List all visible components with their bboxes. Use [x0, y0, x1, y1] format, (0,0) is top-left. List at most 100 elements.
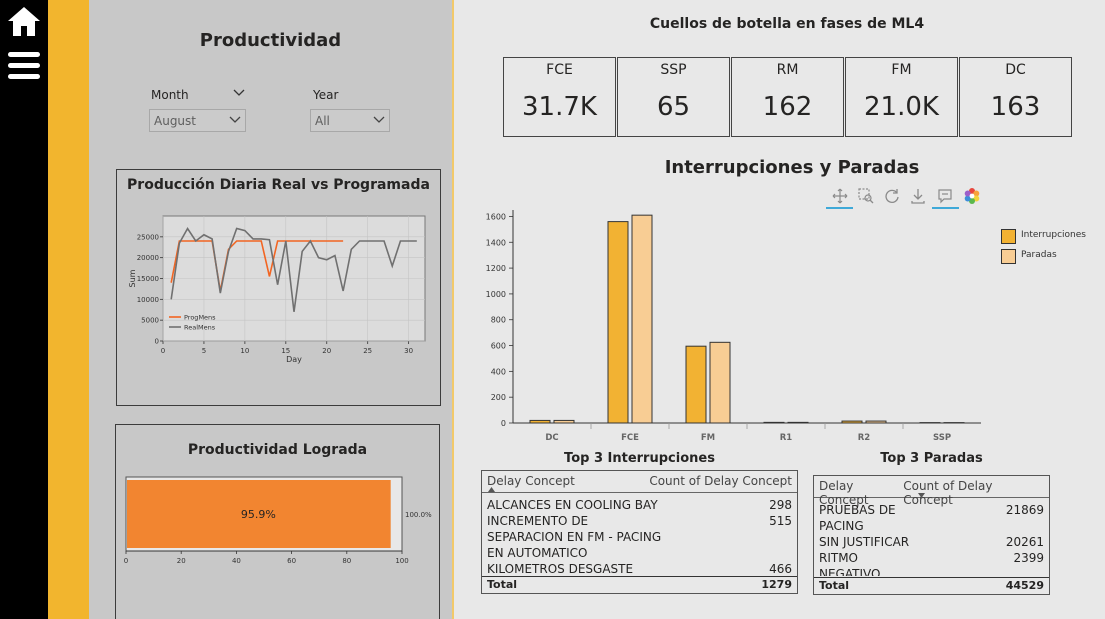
panel-divider — [452, 0, 454, 619]
bar-paradas — [709, 341, 731, 424]
x-tick-label: 20 — [322, 347, 331, 355]
month-dropdown-value: August — [154, 114, 196, 128]
y-tick-label: 1200 — [486, 264, 506, 273]
y-tick-label: 400 — [491, 367, 506, 376]
kpi-label: DC — [1005, 62, 1026, 78]
count-cell: 20261 — [1005, 535, 1044, 549]
month-slicer-label: Month — [151, 88, 189, 102]
chevron-down-icon[interactable] — [233, 89, 245, 97]
interruptions-chart-title: Interrupciones y Paradas — [664, 157, 920, 178]
daily-production-chart: 0 5 10 15 20 25 30 0 5000 10000 15000 20000 25000 Day… — [128, 215, 426, 364]
bar-interrupciones — [529, 419, 551, 424]
gauge-max-label: 100.0% — [405, 511, 432, 519]
y-tick-label: 1400 — [486, 238, 506, 247]
x-tick-label: 15 — [281, 347, 290, 355]
y-tick-label: 1000 — [486, 290, 506, 299]
top-paradas-table[interactable]: Delay Concept Count of Delay Concept PRU… — [813, 475, 1050, 595]
daily-production-card: Producción Diaria Real vs Programada 0 5 1… — [116, 169, 441, 406]
column-header-concept[interactable]: Delay Concept — [819, 479, 903, 507]
count-cell: 515 — [769, 514, 792, 528]
count-cell: 298 — [769, 498, 792, 512]
count-cell: 466 — [769, 562, 792, 576]
x-tick-label: 20 — [177, 557, 186, 565]
y-tick-label: 1600 — [486, 212, 506, 221]
kpi-value: 31.7K — [522, 92, 597, 122]
x-tick-label: SSP — [933, 433, 951, 443]
table-row[interactable]: RITMO NEGATIVO 2399 — [814, 550, 1049, 576]
year-dropdown-value: All — [315, 114, 330, 128]
kpi-label: FCE — [546, 62, 573, 78]
daily-production-title: Producción Diaria Real vs Programada — [127, 177, 430, 193]
bar-interrupciones — [607, 221, 629, 424]
kpi-card-fce: FCE 31.7K — [503, 57, 616, 137]
sort-up-icon — [488, 487, 495, 492]
count-cell: 2399 — [1013, 551, 1044, 565]
y-tick-label: 200 — [491, 393, 506, 402]
delay-concept-cell: INCREMENTO DE SEPARACION EN FM - PACING … — [487, 514, 662, 560]
table-row[interactable]: ALCANCES EN COOLING BAY 298 — [482, 497, 797, 513]
y-tick-label: 25000 — [137, 233, 159, 241]
home-icon[interactable] — [6, 4, 42, 40]
x-tick-label: 10 — [240, 347, 249, 355]
kpi-value: 21.0K — [864, 92, 939, 122]
x-tick-label: 5 — [202, 347, 206, 355]
y-tick-label: 10000 — [137, 296, 159, 304]
reset-icon[interactable] — [883, 187, 901, 205]
page-title: Productividad — [199, 30, 342, 51]
kpi-card-dc: DC 163 — [959, 57, 1072, 137]
pan-icon[interactable] — [831, 187, 849, 205]
kpi-value: 163 — [990, 92, 1041, 122]
legend-swatch-interrupciones — [1001, 229, 1016, 244]
y-tick-label: 800 — [491, 316, 506, 325]
sort-down-icon — [918, 493, 925, 498]
delay-concept-cell: PRUEBAS DE PACING — [819, 503, 896, 533]
chevron-down-icon — [373, 116, 385, 123]
top-interrupciones-title: Top 3 Interrupciones — [564, 451, 715, 466]
table-header: Delay Concept Count of Delay Concept — [482, 471, 797, 493]
column-header-concept[interactable]: Delay Concept — [487, 474, 575, 489]
table-row[interactable]: SIN JUSTIFICAR 20261 — [814, 534, 1049, 550]
y-axis-label: Sum — [128, 269, 137, 287]
bar-paradas — [865, 420, 887, 424]
left-panel: Productividad Month August Year All Prod… — [89, 0, 452, 619]
x-tick-label: FM — [701, 433, 715, 443]
bottleneck-title: Cuellos de botella en fases de ML4 — [649, 16, 925, 32]
kpi-card-fm: FM 21.0K — [845, 57, 958, 137]
achieved-productivity-title: Productividad Lograda — [187, 442, 368, 458]
year-dropdown[interactable]: All — [310, 109, 390, 132]
total-label: Total — [487, 578, 518, 591]
legend-swatch-paradas — [1001, 249, 1016, 264]
bokeh-logo-icon[interactable] — [963, 187, 981, 205]
total-value: 44529 — [1005, 579, 1044, 592]
hamburger-menu-icon[interactable] — [6, 48, 42, 84]
interruptions-bar-chart: 0 200 400 600 800 1000 1200 1400 1600 DC FCE FM R1 R2… — [486, 210, 981, 443]
achieved-productivity-card: Productividad Lograda 0 20 40 60 80 100 95.9% 1… — [115, 424, 440, 619]
bar-paradas — [631, 214, 653, 424]
top-interrupciones-table[interactable]: Delay Concept Count of Delay Concept ALC… — [481, 470, 798, 594]
box-zoom-icon[interactable] — [857, 187, 875, 205]
legend-label-interrupciones: Interrupciones — [1021, 230, 1086, 240]
month-dropdown[interactable]: August — [149, 109, 246, 132]
chevron-down-icon — [229, 116, 241, 123]
x-axis-label: Day — [286, 355, 302, 364]
total-value: 1279 — [761, 578, 792, 591]
y-tick-label: 5000 — [141, 317, 159, 325]
x-tick-label: 60 — [287, 557, 296, 565]
y-tick-label: 600 — [491, 342, 506, 351]
kpi-card-rm: RM 162 — [731, 57, 844, 137]
x-tick-label: 25 — [363, 347, 372, 355]
table-row[interactable]: KILOMETROS DESGASTE 466 — [482, 561, 797, 577]
column-header-count[interactable]: Count of Delay Concept — [649, 474, 792, 489]
hover-tooltip-icon[interactable] — [936, 187, 954, 205]
bar-interrupciones — [685, 345, 707, 424]
table-total-row: Total 44529 — [814, 577, 1049, 594]
total-label: Total — [819, 579, 850, 592]
x-tick-label: 30 — [404, 347, 413, 355]
top-paradas-title: Top 3 Paradas — [880, 451, 983, 466]
column-header-count[interactable]: Count of Delay Concept — [903, 479, 1044, 507]
download-icon[interactable] — [909, 187, 927, 205]
kpi-value: 65 — [656, 92, 691, 122]
legend-label: ProgMens — [184, 314, 216, 322]
x-tick-label: R1 — [780, 433, 793, 443]
table-row[interactable]: INCREMENTO DE SEPARACION EN FM - PACING … — [482, 513, 797, 561]
